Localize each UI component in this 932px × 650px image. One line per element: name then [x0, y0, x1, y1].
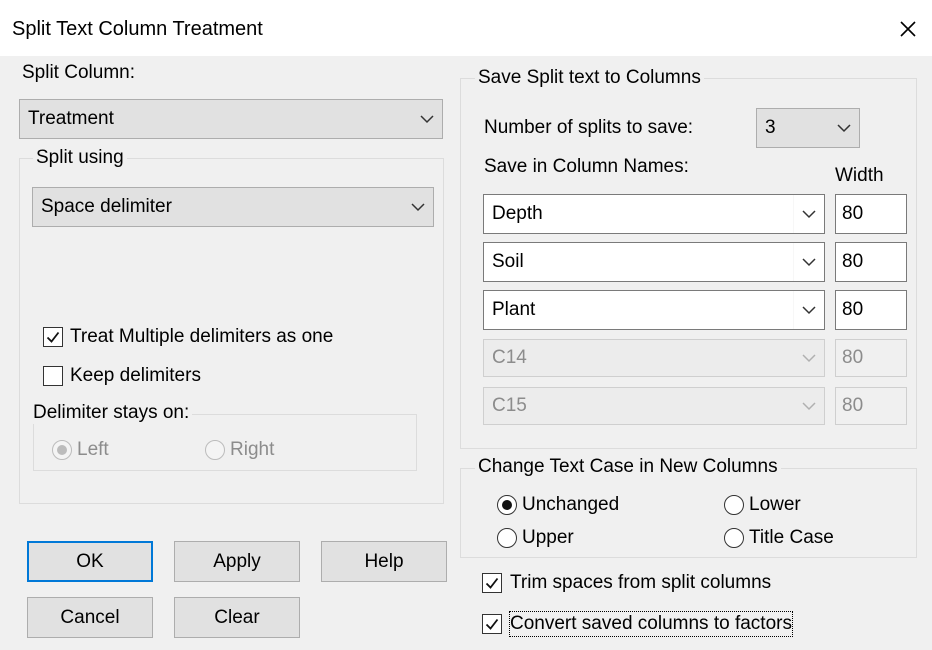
checkmark-icon [485, 618, 499, 630]
chevron-down-icon [829, 109, 859, 147]
column-name-value: C14 [492, 347, 527, 368]
keep-delimiters-checkbox[interactable] [43, 366, 63, 386]
column-name-select-1[interactable]: Depth [483, 194, 825, 234]
case-lower-label: Lower [749, 494, 801, 515]
trim-spaces-label: Trim spaces from split columns [510, 572, 772, 593]
chevron-down-icon [794, 388, 824, 424]
chevron-down-icon [793, 291, 824, 329]
column-names-label: Save in Column Names: [484, 156, 689, 177]
checkmark-icon [46, 331, 60, 343]
column-name-value: Soil [492, 251, 524, 272]
window-title: Split Text Column Treatment [12, 18, 263, 40]
save-split-legend: Save Split text to Columns [475, 67, 704, 89]
case-lower-radio[interactable] [724, 495, 744, 515]
case-title-label: Title Case [749, 527, 834, 548]
convert-factors-label: Convert saved columns to factors [509, 611, 793, 637]
delimiter-left-radio[interactable] [52, 440, 72, 460]
column-name-select-4[interactable]: C14 [483, 339, 825, 377]
chevron-down-icon [403, 188, 433, 226]
convert-factors-checkbox[interactable] [482, 614, 502, 634]
delimiter-left-label: Left [77, 439, 109, 460]
width-label: Width [835, 165, 884, 186]
close-icon [900, 21, 916, 37]
ok-button[interactable]: OK [27, 541, 153, 582]
split-method-select[interactable]: Space delimiter [32, 187, 434, 227]
column-name-select-2[interactable]: Soil [483, 242, 825, 282]
column-name-select-3[interactable]: Plant [483, 290, 825, 330]
case-title-radio[interactable] [724, 528, 744, 548]
text-case-legend: Change Text Case in New Columns [475, 456, 781, 478]
column-width-input-3[interactable]: 80 [835, 290, 907, 330]
checkmark-icon [485, 577, 499, 589]
split-column-value: Treatment [28, 108, 114, 129]
column-width-input-2[interactable]: 80 [835, 242, 907, 282]
cancel-button[interactable]: Cancel [27, 597, 153, 638]
delimiter-right-label: Right [230, 439, 275, 460]
clear-button[interactable]: Clear [174, 597, 300, 638]
chevron-down-icon [794, 340, 824, 376]
column-width-input-5[interactable]: 80 [835, 387, 907, 425]
apply-button[interactable]: Apply [174, 541, 300, 582]
close-button[interactable] [893, 14, 923, 44]
case-upper-radio[interactable] [497, 528, 517, 548]
split-column-label: Split Column: [22, 62, 135, 83]
split-method-value: Space delimiter [41, 196, 172, 217]
column-name-value: C15 [492, 395, 527, 416]
chevron-down-icon [793, 243, 824, 281]
column-name-value: Depth [492, 203, 543, 224]
column-name-select-5[interactable]: C15 [483, 387, 825, 425]
case-upper-label: Upper [522, 527, 574, 548]
delimiter-stays-on-legend: Delimiter stays on: [30, 402, 193, 424]
num-splits-label: Number of splits to save: [484, 117, 694, 138]
delimiter-right-radio[interactable] [205, 440, 225, 460]
case-unchanged-label: Unchanged [522, 494, 620, 515]
chevron-down-icon [412, 100, 442, 138]
help-button[interactable]: Help [321, 541, 447, 582]
num-splits-select[interactable]: 3 [756, 108, 860, 148]
column-width-input-4[interactable]: 80 [835, 339, 907, 377]
split-column-select[interactable]: Treatment [19, 99, 443, 139]
radio-selected-dot [57, 445, 67, 455]
case-unchanged-radio[interactable] [497, 495, 517, 515]
radio-selected-dot [502, 500, 512, 510]
treat-multiple-checkbox[interactable] [43, 327, 63, 347]
trim-spaces-checkbox[interactable] [482, 573, 502, 593]
split-using-legend: Split using [33, 147, 127, 169]
num-splits-value: 3 [765, 117, 776, 138]
column-name-value: Plant [492, 299, 536, 320]
column-width-input-1[interactable]: 80 [835, 194, 907, 234]
chevron-down-icon [793, 195, 824, 233]
keep-delimiters-label: Keep delimiters [70, 365, 201, 386]
treat-multiple-label: Treat Multiple delimiters as one [70, 326, 334, 347]
